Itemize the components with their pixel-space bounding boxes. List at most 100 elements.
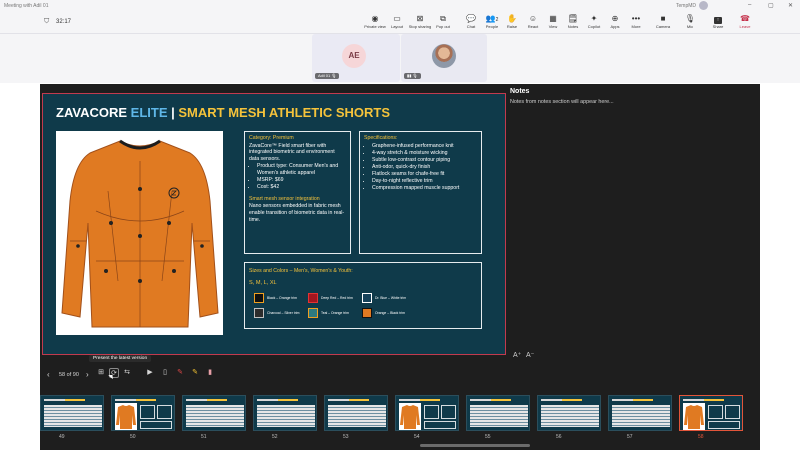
notes-text: Notes from notes section will appear her… bbox=[510, 99, 614, 105]
thumbnail-number: 53 bbox=[343, 434, 349, 440]
color-swatch: Orange – Black trim bbox=[362, 308, 418, 318]
product-image bbox=[56, 131, 223, 335]
page-indicator: 58 of 90 bbox=[59, 372, 79, 378]
swatch-chip bbox=[254, 293, 264, 303]
eraser-tool-icon[interactable]: ▮ bbox=[205, 368, 215, 378]
list-item: Cost: $42 bbox=[257, 184, 346, 191]
highlighter-icon[interactable]: ✎ bbox=[190, 368, 200, 378]
slide-thumbnail[interactable] bbox=[324, 395, 388, 431]
participant-tile[interactable]: AE Adil 01 🎙 bbox=[312, 34, 400, 82]
increase-font-button[interactable]: A⁺ bbox=[513, 351, 521, 359]
pop-out-button[interactable]: ⧉ Pop out bbox=[430, 14, 456, 30]
pop-out-icon: ⧉ bbox=[440, 14, 446, 23]
slide-thumbnail[interactable] bbox=[466, 395, 530, 431]
slide-thumbnail[interactable] bbox=[253, 395, 317, 431]
more-button[interactable]: ••• More bbox=[623, 14, 649, 30]
thumbnail-number: 51 bbox=[201, 434, 207, 440]
thumbnail-number: 50 bbox=[130, 434, 136, 440]
phone-hangup-icon: ☎ bbox=[740, 14, 750, 23]
participant-photo bbox=[432, 44, 456, 68]
color-swatch: Charcoal – Silver trim bbox=[254, 308, 310, 318]
window-title: Meeting with Adil 01 bbox=[4, 3, 49, 9]
slide-thumbnail[interactable] bbox=[608, 395, 672, 431]
thumbnail-scrollbar[interactable] bbox=[420, 444, 530, 447]
maximize-icon[interactable]: ▢ bbox=[768, 2, 774, 9]
mic-button[interactable]: 🎙 Mic bbox=[677, 14, 703, 30]
slide-thumbnail[interactable] bbox=[679, 395, 743, 431]
user-name[interactable]: TempMD bbox=[676, 3, 696, 9]
grid-view-icon[interactable]: ⊞ bbox=[96, 368, 106, 378]
slide-title: ZAVACORE ELITE | SMART MESH ATHLETIC SHO… bbox=[56, 105, 390, 120]
thumbnail-number: 57 bbox=[627, 434, 633, 440]
share-icon: ↑ bbox=[705, 14, 731, 24]
participants-strip: AE Adil 01 🎙 ▮▮ 🎙 bbox=[0, 34, 800, 83]
participant-tile[interactable]: ▮▮ 🎙 bbox=[401, 34, 487, 82]
eraser-icon[interactable]: ▯ bbox=[160, 368, 170, 378]
thumbnail-number: 55 bbox=[485, 434, 491, 440]
signal-icon: ▮▮ bbox=[407, 73, 412, 78]
color-swatch: Teal – Orange trim bbox=[308, 308, 364, 318]
list-item: 4-way stretch & moisture wicking bbox=[372, 150, 477, 157]
minimize-icon[interactable]: – bbox=[748, 2, 751, 8]
user-avatar[interactable] bbox=[699, 1, 708, 10]
decrease-font-button[interactable]: A⁻ bbox=[526, 351, 534, 359]
mic-muted-icon: 🎙 bbox=[331, 73, 337, 78]
specifications-header: Specifications: bbox=[364, 135, 398, 141]
specifications-list: Graphene-infused performance knit 4-way … bbox=[372, 143, 477, 192]
swatch-row: Black – Orange trim Deep Red – Red trim … bbox=[254, 293, 484, 303]
slide-thumbnail[interactable] bbox=[395, 395, 459, 431]
tooltip: Present the latest version bbox=[89, 355, 152, 362]
sensor-description: Nano sensors embedded in fabric mesh ena… bbox=[249, 203, 345, 223]
list-item: Graphene-infused performance knit bbox=[372, 143, 477, 150]
leave-button[interactable]: ☎ Leave bbox=[732, 14, 758, 30]
sizes-colors-box: Sizes and Colors – Men's, Women's & Yout… bbox=[244, 262, 482, 329]
slide-thumbnail[interactable] bbox=[537, 395, 601, 431]
list-item: Flatlock seams for chafe-free fit bbox=[372, 171, 477, 178]
meeting-timer: 32:17 bbox=[56, 19, 72, 25]
participant-name: Adil 01 🎙 bbox=[315, 73, 340, 79]
list-item: Day-to-night reflective trim bbox=[372, 178, 477, 185]
meeting-toolbar: ⛉ 32:17 ◉ Private view ▭ Layout ⊠ Stop shar… bbox=[0, 12, 800, 34]
next-slide-button[interactable]: › bbox=[86, 370, 89, 379]
thumbnail-number: 52 bbox=[272, 434, 278, 440]
list-item: Anti-odor, quick-dry finish bbox=[372, 164, 477, 171]
shield-icon: ⛉ bbox=[44, 18, 50, 25]
notes-title: Notes bbox=[510, 88, 530, 95]
swatch-chip bbox=[362, 293, 372, 303]
swatch-chip bbox=[308, 293, 318, 303]
previous-slide-button[interactable]: ‹ bbox=[47, 370, 50, 379]
category-description: ZavaCore™ Field smart fiber with integra… bbox=[249, 142, 335, 162]
camera-button[interactable]: ■ Camera bbox=[650, 14, 676, 30]
settings-sliders-icon[interactable]: ⇆ bbox=[122, 368, 132, 378]
share-button[interactable]: ↑ Share bbox=[705, 14, 731, 30]
slide-thumbnail[interactable] bbox=[182, 395, 246, 431]
list-item: Product type: Consumer Men's and Women's… bbox=[257, 163, 346, 176]
list-item: Subtle low-contrast contour piping bbox=[372, 157, 477, 164]
participant-name-tag: ▮▮ 🎙 bbox=[404, 73, 421, 79]
swatch-chip bbox=[362, 308, 372, 318]
sensor-header: Smart mesh sensor integration bbox=[249, 195, 320, 202]
sizes-list: S, M, L, XL bbox=[249, 279, 277, 286]
sizes-colors-header: Sizes and Colors – Men's, Women's & Yout… bbox=[249, 268, 353, 274]
mic-icon: 🎙 bbox=[684, 14, 696, 23]
thumbnail-number: 58 bbox=[698, 434, 704, 440]
swatch-row: Charcoal – Silver trim Teal – Orange tri… bbox=[254, 308, 484, 318]
color-swatch: Black – Orange trim bbox=[254, 293, 310, 303]
thumbnail-number: 54 bbox=[414, 434, 420, 440]
pen-icon[interactable]: ✎ bbox=[175, 368, 185, 378]
people-count-badge: 2 bbox=[495, 17, 499, 23]
more-icon: ••• bbox=[631, 14, 641, 23]
pointer-icon[interactable]: ▶ bbox=[145, 368, 155, 378]
camera-icon: ■ bbox=[660, 14, 666, 23]
color-swatch: Deep Red – Red trim bbox=[308, 293, 364, 303]
thumbnail-number: 49 bbox=[59, 434, 65, 440]
category-list: Product type: Consumer Men's and Women's… bbox=[257, 163, 346, 190]
color-swatch: Dr. Blue – White trim bbox=[362, 293, 418, 303]
close-icon[interactable]: ✕ bbox=[788, 2, 793, 9]
current-slide: ZAVACORE ELITE | SMART MESH ATHLETIC SHO… bbox=[42, 93, 506, 355]
thumbnail-number: 56 bbox=[556, 434, 562, 440]
slide-thumbnail[interactable] bbox=[111, 395, 175, 431]
list-item: MSRP: $69 bbox=[257, 177, 346, 184]
mic-icon: 🎙 bbox=[412, 73, 418, 78]
slide-thumbnail[interactable] bbox=[40, 395, 104, 431]
